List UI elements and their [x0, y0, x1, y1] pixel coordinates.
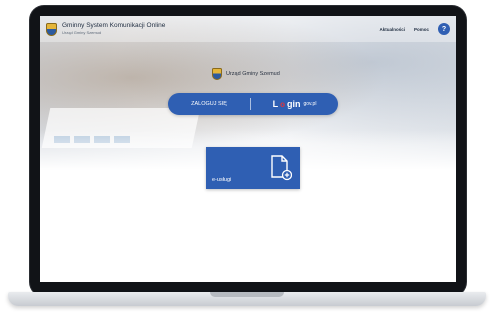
document-add-icon [271, 155, 292, 181]
login-button[interactable]: ZALOGUJ SIĘ [168, 93, 250, 115]
nav-link-help[interactable]: Pomoc [414, 27, 429, 32]
e-services-label: e-usługi [212, 177, 232, 183]
office-label: Urząd Gminy Szemud [212, 68, 280, 80]
crest-icon [212, 68, 222, 80]
login-gov-logo-gin: gin [286, 99, 301, 109]
login-gov-logo-l: L [272, 99, 279, 109]
office-name: Urząd Gminy Szemud [226, 71, 280, 77]
app-title: Gminny System Komunikacji Online [62, 22, 166, 30]
hero-table-cell [74, 136, 90, 143]
top-nav: Aktualności Pomoc ? [379, 23, 450, 35]
login-gov-domain: gov.pl [303, 101, 317, 107]
e-services-tile[interactable]: e-usługi [206, 147, 300, 189]
login-bar: ZALOGUJ SIĘ Lo gin gov.pl [168, 93, 338, 115]
login-gov-button[interactable]: Lo gin gov.pl [251, 99, 338, 109]
hero-table-cell [114, 136, 130, 143]
laptop-notch [210, 292, 284, 297]
hero-table-cell [54, 136, 70, 143]
app-subtitle: Urząd Gminy Szemud [62, 29, 102, 35]
help-icon[interactable]: ? [438, 23, 450, 35]
app-title-block[interactable]: Gminny System Komunikacji Online Urząd G… [62, 23, 165, 35]
app-screen: Gminny System Komunikacji Online Urząd G… [40, 16, 456, 282]
nav-link-news[interactable]: Aktualności [379, 27, 405, 32]
hero-table-cell [94, 136, 110, 143]
crest-icon[interactable] [46, 22, 57, 36]
login-gov-logo-o: o [280, 99, 285, 109]
top-bar: Gminny System Komunikacji Online Urząd G… [40, 16, 456, 42]
